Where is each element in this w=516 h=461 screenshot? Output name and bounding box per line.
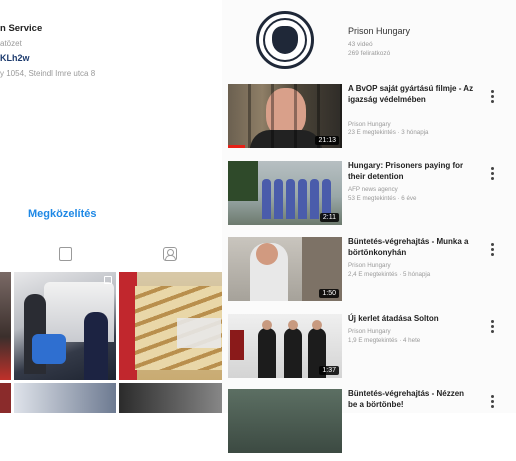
video-thumbnail[interactable]: 1:37 (228, 314, 342, 378)
thumb-prisoner-shape (310, 179, 319, 219)
thumb-person-shape (258, 328, 276, 378)
video-duration: 1:50 (319, 289, 339, 298)
video-meta: 1,9 E megtekintés · 4 hete (348, 337, 421, 344)
video-title[interactable]: A BvOP saját gyártású filmje - Az igazsá… (348, 84, 474, 105)
video-channel: Prison Hungary (348, 262, 391, 269)
tagged-tab[interactable] (162, 246, 178, 262)
video-thumbnail[interactable]: 21:13 (228, 84, 342, 148)
video-channel: Prison Hungary (348, 328, 391, 335)
photo-person-shape (84, 312, 108, 380)
photo-thumbnail[interactable] (119, 272, 228, 380)
video-meta: 53 E megtekintés · 6 éve (348, 195, 417, 202)
profile-tabbar (0, 240, 228, 270)
video-item[interactable]: 1:50 Büntetés-végrehajtás - Munka a bört… (228, 237, 516, 309)
channel-meta: 43 videó 269 feliratkozó (348, 40, 390, 58)
more-options-icon[interactable] (491, 90, 495, 104)
video-title[interactable]: Hungary: Prisoners paying for their dete… (348, 161, 474, 182)
video-thumbnail[interactable]: 1:50 (228, 237, 342, 301)
grid-icon (59, 247, 72, 261)
thumb-prisoner-shape (286, 179, 295, 219)
thumb-face-shape (256, 243, 278, 265)
thumb-banner-shape (230, 330, 244, 360)
more-options-icon[interactable] (491, 167, 495, 181)
video-thumbnail[interactable]: 2:11 (228, 161, 342, 225)
video-channel: AFP news agency (348, 186, 398, 193)
channel-video-count: 43 videó (348, 41, 373, 48)
thumb-face-shape (312, 320, 322, 330)
video-duration: 21:13 (315, 136, 339, 145)
photo-label-shape (177, 318, 221, 348)
video-duration: 2:11 (319, 213, 339, 222)
thumb-tree-shape (228, 161, 258, 201)
photo-thumbnail[interactable] (14, 383, 116, 413)
photo-bag-shape (32, 334, 66, 364)
video-thumbnail[interactable] (228, 389, 342, 453)
channel-logo[interactable] (256, 11, 314, 69)
photo-thumbnail[interactable] (0, 383, 11, 413)
video-meta: 2,4 E megtekintés · 5 hónapja (348, 271, 431, 278)
video-item[interactable]: Büntetés-végrehajtás - Nézzen be a börtö… (228, 389, 516, 461)
video-duration: 1:37 (319, 366, 339, 375)
watch-progress-bar (228, 145, 246, 148)
directions-link[interactable]: Megközelítés (28, 208, 96, 220)
thumb-face-shape (262, 320, 272, 330)
video-list-panel: Prison Hungary 43 videó 269 feliratkozó … (222, 0, 516, 453)
logo-griffin-shape (272, 26, 298, 54)
thumb-person-shape (284, 328, 302, 378)
thumb-face-shape (288, 320, 298, 330)
profile-panel: n Service atözet KLh2w y 1054, Steindl I… (0, 0, 228, 413)
thumb-prisoner-shape (262, 179, 271, 219)
profile-address: y 1054, Steindl Imre utca 8 (0, 69, 96, 78)
video-title[interactable]: Büntetés-végrehajtás - Nézzen be a börtö… (348, 389, 474, 410)
video-item[interactable]: 21:13 A BvOP saját gyártású filmje - Az … (228, 84, 516, 156)
photo-thumbnail[interactable] (14, 272, 116, 380)
posts-grid-tab[interactable] (57, 246, 73, 262)
video-item[interactable]: 1:37 Új kerlet átadása Solton Prison Hun… (228, 314, 516, 386)
photo-thumbnail[interactable] (119, 383, 228, 413)
more-options-icon[interactable] (491, 320, 495, 334)
photo-thumbnail[interactable] (0, 272, 11, 380)
video-title[interactable]: Büntetés-végrehajtás - Munka a börtönkon… (348, 237, 474, 258)
multi-photo-icon (104, 276, 112, 284)
tagged-body-shape (165, 255, 176, 260)
video-title[interactable]: Új kerlet átadása Solton (348, 314, 474, 325)
channel-name[interactable]: Prison Hungary (348, 26, 410, 36)
photo-grid (0, 272, 228, 413)
video-meta: 23 E megtekintés · 3 hónapja (348, 129, 429, 136)
more-options-icon[interactable] (491, 395, 495, 409)
video-item[interactable]: 2:11 Hungary: Prisoners paying for their… (228, 161, 516, 233)
channel-subscriber-count: 269 feliratkozó (348, 50, 391, 57)
thumb-prisoner-shape (298, 179, 307, 219)
profile-category: atözet (0, 39, 22, 48)
profile-name: n Service (0, 23, 43, 34)
more-options-icon[interactable] (491, 243, 495, 257)
thumb-prisoner-shape (274, 179, 283, 219)
profile-link[interactable]: KLh2w (0, 53, 30, 63)
